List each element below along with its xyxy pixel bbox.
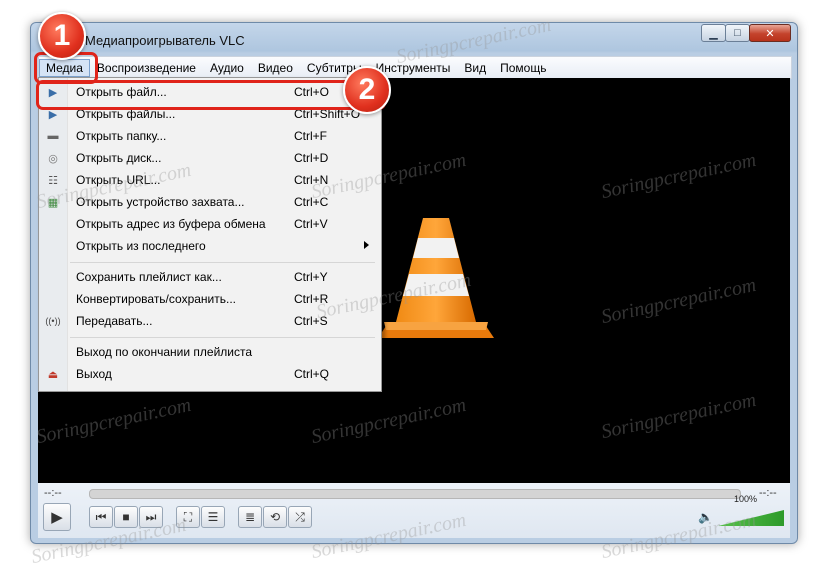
playlist-button[interactable]: ≣ <box>238 506 262 528</box>
menu-item-shortcut: Ctrl+V <box>294 217 328 231</box>
menu-item-save-playlist[interactable]: Сохранить плейлист как... Ctrl+Y <box>39 266 381 288</box>
exit-icon: ⏏ <box>47 368 59 381</box>
playback-controls: --:-- --:-- ▶ ⏮ ■ ⏭ ⛶ ☰ ≣ ⟲ ⤮ 🔈 100% <box>38 483 790 538</box>
menu-item-shortcut: Ctrl+F <box>294 129 327 143</box>
menu-item-label: Открыть из последнего <box>76 239 206 253</box>
menu-item-shortcut: Ctrl+Q <box>294 367 330 381</box>
extended-settings-button[interactable]: ☰ <box>201 506 225 528</box>
menu-item-label: Передавать... <box>76 314 153 328</box>
menu-item-shortcut: Ctrl+R <box>294 292 329 306</box>
menu-separator <box>70 337 375 338</box>
volume-control[interactable]: 🔈 100% <box>698 494 786 530</box>
folder-icon: ▬ <box>47 130 59 142</box>
menu-item-quit[interactable]: ⏏ Выход Ctrl+Q <box>39 363 381 385</box>
next-icon: ⏭ <box>145 509 157 524</box>
menu-item-label: Открыть диск... <box>76 151 162 165</box>
menu-item-shortcut: Ctrl+S <box>294 314 328 328</box>
media-menu-dropdown: ▶ Открыть файл... Ctrl+O ▶ Открыть файлы… <box>38 77 382 392</box>
menu-item-shortcut: Ctrl+N <box>294 173 329 187</box>
menu-item-shortcut: Ctrl+C <box>294 195 329 209</box>
seek-bar[interactable] <box>89 489 741 499</box>
menu-item-quit-at-end[interactable]: Выход по окончании плейлиста <box>39 341 381 363</box>
vlc-cone-logo <box>378 218 494 338</box>
network-icon: ☷ <box>48 174 58 187</box>
menu-item-label: Выход по окончании плейлиста <box>76 345 253 359</box>
capture-card-icon: ▦ <box>47 196 59 209</box>
loop-icon: ⟲ <box>269 510 281 524</box>
menu-item-convert-save[interactable]: Конвертировать/сохранить... Ctrl+R <box>39 288 381 310</box>
menu-separator <box>70 262 375 263</box>
menu-video[interactable]: Видео <box>251 59 300 77</box>
window-title: Медиапроигрыватель VLC <box>85 33 245 48</box>
menu-item-shortcut: Ctrl+Y <box>294 270 328 284</box>
menu-item-label: Открыть устройство захвата... <box>76 195 245 209</box>
loop-button[interactable]: ⟲ <box>263 506 287 528</box>
menu-bar: Медиа Воспроизведение Аудио Видео Субтит… <box>38 56 792 79</box>
close-button[interactable]: ✕ <box>749 24 791 42</box>
shuffle-button[interactable]: ⤮ <box>288 506 312 528</box>
shuffle-icon: ⤮ <box>295 509 305 524</box>
play-button[interactable]: ▶ <box>43 503 71 531</box>
fullscreen-icon: ⛶ <box>183 509 193 524</box>
menu-item-stream[interactable]: ((•)) Передавать... Ctrl+S <box>39 310 381 332</box>
next-button[interactable]: ⏭ <box>139 506 163 528</box>
elapsed-time: --:-- <box>44 487 62 499</box>
fullscreen-button[interactable]: ⛶ <box>176 506 200 528</box>
menu-audio[interactable]: Аудио <box>203 59 251 77</box>
menu-item-open-capture-device[interactable]: ▦ Открыть устройство захвата... Ctrl+C <box>39 191 381 213</box>
menu-item-open-url[interactable]: ☷ Открыть URL... Ctrl+N <box>39 169 381 191</box>
previous-button[interactable]: ⏮ <box>89 506 113 528</box>
maximize-icon: □ <box>734 27 741 39</box>
menu-item-label: Выход <box>76 367 112 381</box>
speaker-icon[interactable]: 🔈 <box>698 510 713 524</box>
equalizer-icon: ☰ <box>207 510 219 524</box>
maximize-button[interactable]: □ <box>725 24 750 42</box>
step-badge-2: 2 <box>343 66 391 114</box>
menu-item-label: Открыть папку... <box>76 129 167 143</box>
previous-icon: ⏮ <box>95 509 107 524</box>
stream-icon: ((•)) <box>45 316 61 326</box>
minimize-button[interactable]: ▁ <box>701 24 726 42</box>
window-buttons: ▁ □ ✕ <box>701 24 791 42</box>
menu-item-shortcut: Ctrl+D <box>294 151 329 165</box>
submenu-arrow-icon <box>364 241 369 249</box>
disc-icon: ◎ <box>48 152 58 165</box>
menu-item-label: Сохранить плейлист как... <box>76 270 222 284</box>
menu-item-label: Конвертировать/сохранить... <box>76 292 236 306</box>
volume-slider[interactable] <box>718 510 784 526</box>
stop-icon: ■ <box>122 510 130 524</box>
volume-level: 100% <box>734 494 758 504</box>
menu-item-label: Открыть URL... <box>76 173 161 187</box>
remaining-time: --:-- <box>759 487 777 499</box>
menu-view[interactable]: Вид <box>457 59 493 77</box>
menu-item-open-clipboard[interactable]: Открыть адрес из буфера обмена Ctrl+V <box>39 213 381 235</box>
menu-item-open-recent[interactable]: Открыть из последнего <box>39 235 381 257</box>
close-icon: ✕ <box>765 27 775 40</box>
play-icon: ▶ <box>51 509 63 526</box>
highlight-open-file <box>36 80 386 110</box>
title-bar[interactable]: Медиапроигрыватель VLC ▁ □ ✕ <box>31 23 797 53</box>
menu-help[interactable]: Помощь <box>493 59 553 77</box>
menu-playback[interactable]: Воспроизведение <box>90 59 203 77</box>
menu-item-open-disc[interactable]: ◎ Открыть диск... Ctrl+D <box>39 147 381 169</box>
menu-item-open-folder[interactable]: ▬ Открыть папку... Ctrl+F <box>39 125 381 147</box>
playlist-icon: ≣ <box>244 510 256 524</box>
stop-button[interactable]: ■ <box>114 506 138 528</box>
menu-item-label: Открыть адрес из буфера обмена <box>76 217 266 231</box>
step-badge-1: 1 <box>38 12 86 60</box>
minimize-icon: ▁ <box>709 27 718 40</box>
